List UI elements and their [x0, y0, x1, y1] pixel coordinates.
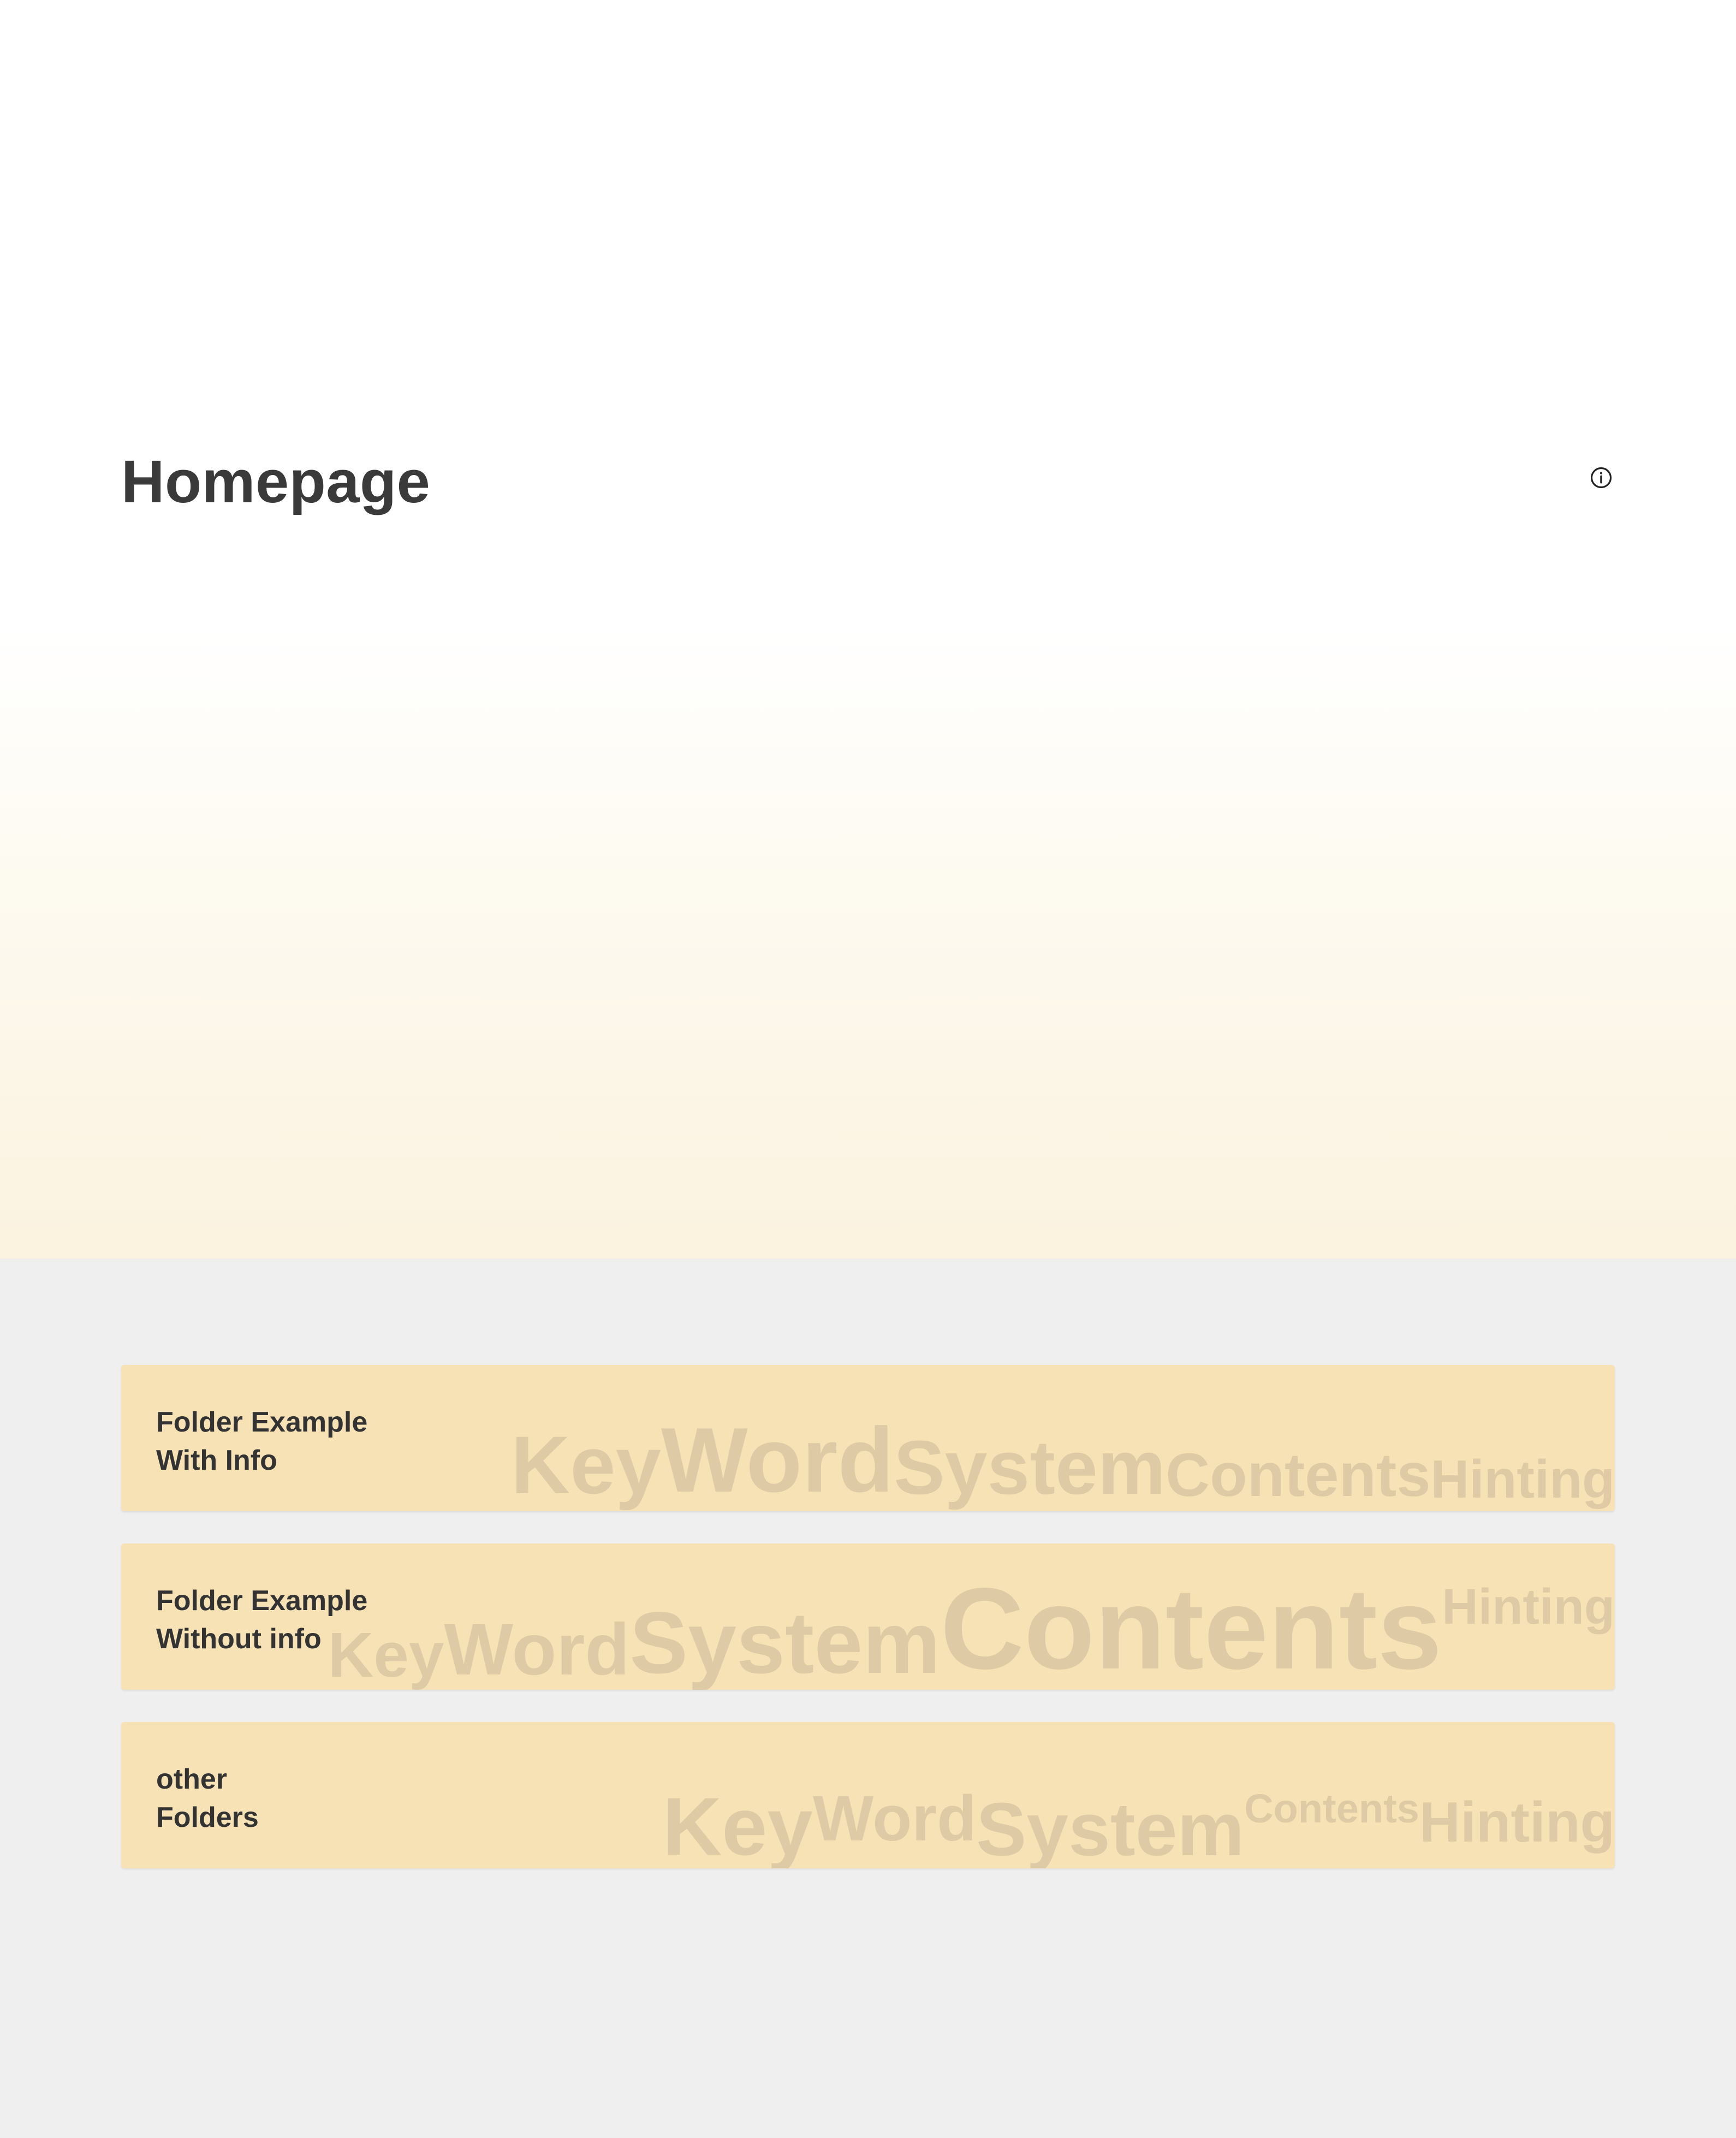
folder-label: Folder Example Without info: [156, 1582, 367, 1658]
folder-label: other Folders: [156, 1760, 259, 1837]
info-icon: [1590, 467, 1612, 489]
folder-title-line2: With Info: [156, 1445, 277, 1476]
keyword-cloud: Key Word System Contents Hinting: [511, 1414, 1615, 1506]
folder-title-line1: Folder Example: [156, 1406, 368, 1438]
keyword-word: Word: [812, 1783, 977, 1855]
folder-title-line1: other: [156, 1763, 227, 1795]
folder-title-line2: Folders: [156, 1802, 259, 1833]
keyword-contents: Contents: [1244, 1786, 1419, 1831]
folder-card-other-folders[interactable]: other Folders Key Word System Contents H…: [121, 1722, 1615, 1868]
keyword-word: Word: [661, 1409, 894, 1511]
page-title: Homepage: [121, 448, 431, 515]
keyword-hinting: Hinting: [1419, 1791, 1615, 1854]
folder-title-line1: Folder Example: [156, 1585, 368, 1617]
keyword-hinting: Hinting: [1442, 1579, 1615, 1635]
keyword-hinting: Hinting: [1430, 1449, 1615, 1509]
folder-card-without-info[interactable]: Folder Example Without info Key Word Sys…: [121, 1543, 1615, 1690]
keyword-system: System: [629, 1594, 941, 1690]
keyword-system: System: [976, 1787, 1245, 1868]
keyword-cloud: Key Word System Contents Hinting: [328, 1564, 1615, 1690]
hero-banner: Homepage: [0, 0, 1736, 1258]
keyword-word: Word: [444, 1609, 630, 1690]
folder-label: Folder Example With Info: [156, 1403, 367, 1480]
folder-title-line2: Without info: [156, 1623, 322, 1655]
folder-card-with-info[interactable]: Folder Example With Info Key Word System…: [121, 1365, 1615, 1511]
keyword-key: Key: [510, 1419, 662, 1511]
keyword-key: Key: [662, 1780, 813, 1868]
keyword-contents: Contents: [940, 1564, 1442, 1690]
keyword-cloud: Key Word System Contents Hinting: [663, 1785, 1615, 1867]
keyword-system: System: [894, 1424, 1166, 1510]
info-button[interactable]: [1588, 464, 1615, 491]
keyword-contents: Contents: [1166, 1441, 1431, 1509]
